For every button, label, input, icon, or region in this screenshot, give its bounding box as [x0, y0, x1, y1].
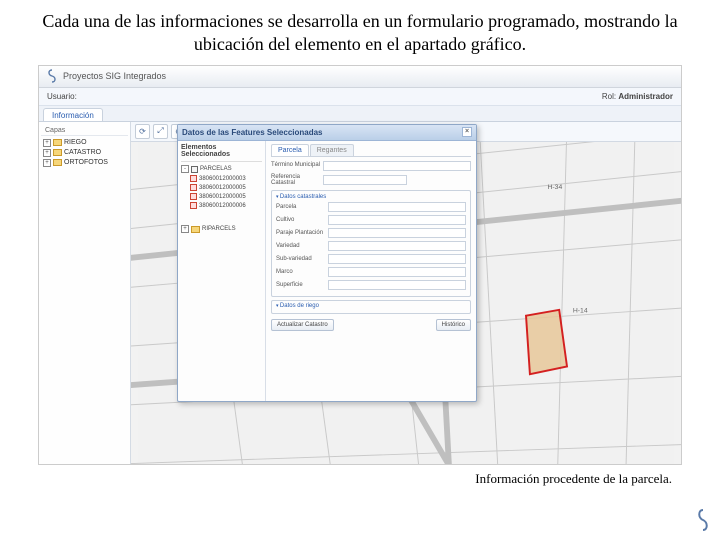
selected-feature-icon [190, 175, 197, 182]
user-bar: Usuario: Rol: Administrador [39, 88, 681, 106]
layer-label: RIEGO [64, 139, 87, 146]
section-title: Datos catastrales [276, 194, 466, 200]
elements-panel: Elementos Seleccionados -PARCELAS 380600… [178, 141, 266, 401]
user-label: Usuario: [47, 92, 77, 101]
tab-informacion[interactable]: Información [43, 108, 103, 121]
expand-icon[interactable]: + [43, 139, 51, 147]
selected-feature-icon [190, 202, 197, 209]
element-item[interactable]: 38060012000005 [181, 183, 262, 192]
form-panel: Parcela Regantes Término Municipal Refer… [266, 141, 476, 401]
collapse-icon[interactable]: - [181, 165, 189, 173]
app-titlebar: Proyectos SIG Integrados [39, 66, 681, 88]
tool-fullextent[interactable]: ⤢ [153, 124, 168, 139]
app-window: Proyectos SIG Integrados Usuario: Rol: A… [38, 65, 682, 465]
slide-caption: Información procedente de la parcela. [0, 471, 672, 487]
dialog-titlebar[interactable]: Datos de las Features Seleccionadas × [178, 125, 476, 141]
parcel-label: H-14 [573, 308, 588, 315]
superficie-input[interactable] [328, 280, 466, 290]
expand-icon[interactable]: + [181, 225, 189, 233]
layer-icon [191, 166, 198, 173]
refcat-input[interactable] [323, 175, 407, 185]
expand-icon[interactable]: + [43, 159, 51, 167]
layers-sidebar: Capas + RIEGO + CATASTRO + ORTOFOTOS [39, 122, 131, 464]
slide-title: Cada una de las informaciones se desarro… [0, 0, 720, 65]
field-label: Marco [276, 269, 328, 276]
parcel-label: H-34 [547, 184, 562, 191]
marco-input[interactable] [328, 267, 466, 277]
layer-label: CATASTRO [64, 149, 101, 156]
tool-refresh[interactable]: ⟳ [135, 124, 150, 139]
layer-node[interactable]: + RIEGO [41, 138, 128, 148]
feature-dialog: Datos de las Features Seleccionadas × El… [177, 124, 477, 402]
variedad-input[interactable] [328, 241, 466, 251]
parcela-input[interactable] [328, 202, 466, 212]
element-root[interactable]: -PARCELAS [181, 164, 262, 174]
close-icon[interactable]: × [462, 127, 472, 137]
folder-icon [53, 149, 62, 156]
tab-parcela[interactable]: Parcela [271, 144, 309, 156]
termino-input[interactable] [323, 161, 471, 171]
tab-regantes[interactable]: Regantes [310, 144, 354, 156]
app-title: Proyectos SIG Integrados [63, 71, 166, 81]
selected-parcel[interactable] [526, 310, 567, 374]
selected-feature-icon [190, 184, 197, 191]
section-riego: Datos de riego [271, 300, 471, 314]
role-value: Administrador [618, 92, 673, 101]
main-tabstrip: Información [39, 106, 681, 122]
field-label: Término Municipal [271, 162, 323, 169]
folder-icon [53, 159, 62, 166]
subvariedad-input[interactable] [328, 254, 466, 264]
field-label: Referencia Catastral [271, 174, 323, 187]
folder-icon [191, 226, 200, 233]
historico-button[interactable]: Histórico [436, 319, 471, 331]
element-item[interactable]: 38060012000006 [181, 201, 262, 210]
field-label: Parcela [276, 204, 328, 211]
corner-logo-icon [694, 508, 712, 532]
layer-node[interactable]: + ORTOFOTOS [41, 158, 128, 168]
field-label: Superficie [276, 282, 328, 289]
elements-header: Elementos Seleccionados [181, 144, 262, 162]
update-catastro-button[interactable]: Actualizar Catastro [271, 319, 334, 331]
section-title: Datos de riego [276, 303, 466, 309]
selected-feature-icon [190, 193, 197, 200]
layer-label: ORTOFOTOS [64, 159, 108, 166]
element-item[interactable]: 38060012000003 [181, 174, 262, 183]
dialog-tabs: Parcela Regantes [271, 144, 471, 157]
role-label: Rol: [602, 92, 616, 101]
element-root[interactable]: +RIPARCELS [181, 224, 262, 234]
field-label: Variedad [276, 243, 328, 250]
element-item[interactable]: 38060012000005 [181, 192, 262, 201]
app-logo-icon [45, 69, 59, 83]
cultivo-input[interactable] [328, 215, 466, 225]
paraje-input[interactable] [328, 228, 466, 238]
field-label: Sub-variedad [276, 256, 328, 263]
dialog-title-text: Datos de las Features Seleccionadas [182, 128, 323, 137]
folder-icon [53, 139, 62, 146]
layers-header: Capas [41, 126, 128, 136]
field-label: Cultivo [276, 217, 328, 224]
layer-node[interactable]: + CATASTRO [41, 148, 128, 158]
field-label: Paraje Plantación [276, 230, 328, 237]
expand-icon[interactable]: + [43, 149, 51, 157]
section-catastral: Datos catastrales Parcela Cultivo Paraje… [271, 190, 471, 297]
